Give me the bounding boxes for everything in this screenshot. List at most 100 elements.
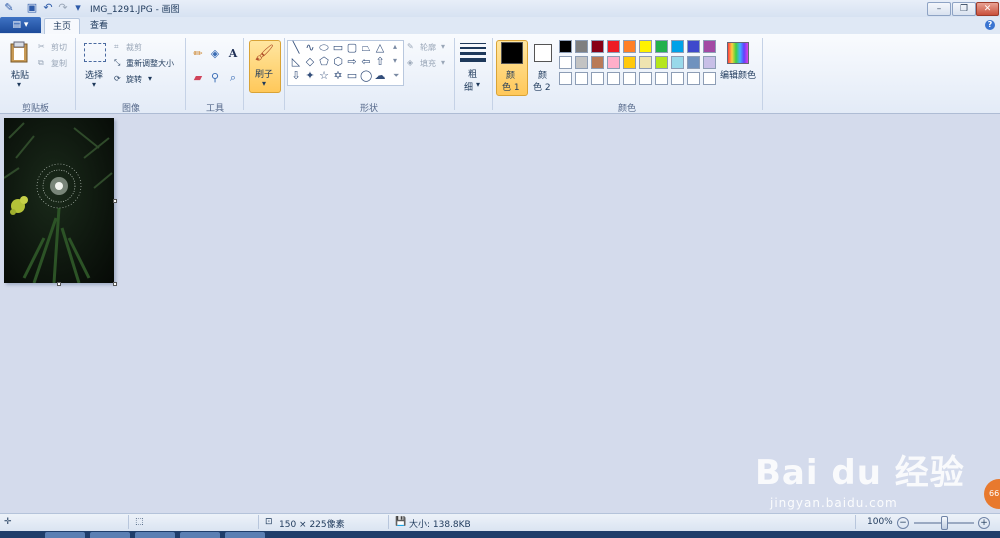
palette-swatch[interactable]	[703, 56, 716, 69]
brush-dropdown-icon[interactable]: ▾	[262, 79, 266, 88]
palette-swatch[interactable]	[639, 56, 652, 69]
palette-swatch[interactable]	[575, 72, 588, 85]
zoom-in-button[interactable]: +	[978, 517, 990, 529]
oval-shape-icon[interactable]: ⬭	[318, 42, 330, 54]
palette-swatch[interactable]	[623, 40, 636, 53]
fill-bucket-icon[interactable]: ◈	[209, 48, 221, 60]
redo-icon[interactable]: ↷	[57, 2, 69, 14]
color2-swatch[interactable]	[534, 44, 552, 62]
fill-dropdown-icon[interactable]: ▾	[441, 58, 445, 67]
palette-swatch[interactable]	[607, 40, 620, 53]
six-point-star-shape-icon[interactable]: ✡	[332, 70, 344, 82]
rotate-dropdown-icon[interactable]: ▾	[148, 74, 152, 83]
undo-icon[interactable]: ↶	[42, 2, 54, 14]
tab-home[interactable]: 主页	[44, 18, 80, 35]
customize-quick-access-icon[interactable]: ▾	[72, 2, 84, 14]
zoom-out-button[interactable]: −	[897, 517, 909, 529]
outline-button[interactable]: 轮廓	[420, 42, 436, 53]
paint-menu-button[interactable]: ▤ ▾	[0, 17, 41, 33]
palette-swatch[interactable]	[575, 40, 588, 53]
palette-swatch[interactable]	[591, 72, 604, 85]
palette-swatch[interactable]	[687, 56, 700, 69]
help-icon[interactable]: ?	[985, 20, 995, 30]
shapes-scroll-up-icon[interactable]: ▴	[393, 42, 397, 51]
taskbar-item[interactable]	[135, 532, 175, 538]
palette-swatch[interactable]	[623, 72, 636, 85]
palette-swatch[interactable]	[703, 72, 716, 85]
resize-button[interactable]: 重新调整大小	[126, 58, 174, 69]
cut-button[interactable]: 剪切	[51, 42, 67, 53]
select-icon[interactable]	[84, 43, 106, 62]
left-arrow-shape-icon[interactable]: ⇦	[360, 56, 372, 68]
line-shape-icon[interactable]: ╲	[290, 42, 302, 54]
outline-dropdown-icon[interactable]: ▾	[441, 42, 445, 51]
maximize-button[interactable]: ❐	[952, 2, 976, 16]
paste-dropdown-icon[interactable]: ▾	[17, 80, 21, 89]
up-arrow-shape-icon[interactable]: ⇧	[374, 56, 386, 68]
curve-shape-icon[interactable]: ∿	[304, 42, 316, 54]
size-dropdown-icon[interactable]: ▾	[476, 80, 480, 89]
copy-button[interactable]: 复制	[51, 58, 67, 69]
color-picker-icon[interactable]: ⚲	[209, 72, 221, 84]
rect-callout-shape-icon[interactable]: ▭	[346, 70, 358, 82]
down-arrow-shape-icon[interactable]: ⇩	[290, 70, 302, 82]
save-icon[interactable]: ▣	[26, 2, 38, 14]
paint-app-icon[interactable]: ✎	[3, 2, 15, 14]
edit-colors-button[interactable]: 编辑颜色	[720, 68, 756, 81]
palette-swatch[interactable]	[591, 56, 604, 69]
palette-swatch[interactable]	[671, 56, 684, 69]
palette-swatch[interactable]	[559, 72, 572, 85]
rectangle-shape-icon[interactable]: ▭	[332, 42, 344, 54]
close-button[interactable]: ✕	[976, 2, 999, 16]
palette-swatch[interactable]	[687, 40, 700, 53]
palette-swatch[interactable]	[607, 72, 620, 85]
triangle-shape-icon[interactable]: △	[374, 42, 386, 54]
paste-button[interactable]	[9, 41, 29, 63]
magnifier-icon[interactable]: ⌕	[227, 72, 239, 84]
oval-callout-shape-icon[interactable]: ◯	[360, 70, 372, 82]
palette-swatch[interactable]	[639, 72, 652, 85]
zoom-slider-thumb[interactable]	[941, 516, 948, 530]
palette-swatch[interactable]	[703, 40, 716, 53]
palette-swatch[interactable]	[671, 72, 684, 85]
cloud-callout-shape-icon[interactable]: ☁	[374, 70, 386, 82]
crop-button[interactable]: 裁剪	[126, 42, 142, 53]
tab-view[interactable]: 查看	[82, 18, 116, 34]
taskbar-item[interactable]	[45, 532, 85, 538]
palette-swatch[interactable]	[607, 56, 620, 69]
size-icon[interactable]	[460, 43, 486, 62]
polygon-shape-icon[interactable]: ⏢	[360, 42, 372, 54]
palette-swatch[interactable]	[559, 56, 572, 69]
taskbar-item[interactable]	[225, 532, 265, 538]
palette-swatch[interactable]	[559, 40, 572, 53]
taskbar-item[interactable]	[180, 532, 220, 538]
hexagon-shape-icon[interactable]: ⬡	[332, 56, 344, 68]
select-dropdown-icon[interactable]: ▾	[92, 80, 96, 89]
color2-label-line2[interactable]: 色 2	[533, 80, 551, 93]
palette-swatch[interactable]	[623, 56, 636, 69]
text-tool-icon[interactable]: A	[227, 48, 239, 60]
right-triangle-shape-icon[interactable]: ◺	[290, 56, 302, 68]
pencil-icon[interactable]: ✏	[192, 48, 204, 60]
canvas-resize-handle-corner[interactable]	[113, 282, 117, 286]
four-point-star-shape-icon[interactable]: ✦	[304, 70, 316, 82]
palette-swatch[interactable]	[639, 40, 652, 53]
palette-swatch[interactable]	[655, 72, 668, 85]
shapes-expand-icon[interactable]: ⏷	[393, 71, 399, 81]
palette-swatch[interactable]	[655, 40, 668, 53]
rotate-button[interactable]: 旋转	[126, 74, 142, 85]
fill-button[interactable]: 填充	[420, 58, 436, 69]
five-point-star-shape-icon[interactable]: ☆	[318, 70, 330, 82]
rounded-rectangle-shape-icon[interactable]: ▢	[346, 42, 358, 54]
palette-swatch[interactable]	[687, 72, 700, 85]
canvas-resize-handle-right[interactable]	[113, 199, 117, 203]
palette-swatch[interactable]	[655, 56, 668, 69]
minimize-button[interactable]: –	[927, 2, 951, 16]
drawing-canvas[interactable]	[3, 118, 114, 284]
shapes-scroll-down-icon[interactable]: ▾	[393, 56, 397, 65]
palette-swatch[interactable]	[591, 40, 604, 53]
diamond-shape-icon[interactable]: ◇	[304, 56, 316, 68]
taskbar-item[interactable]	[90, 532, 130, 538]
eraser-icon[interactable]: ▰	[192, 72, 204, 84]
palette-swatch[interactable]	[671, 40, 684, 53]
